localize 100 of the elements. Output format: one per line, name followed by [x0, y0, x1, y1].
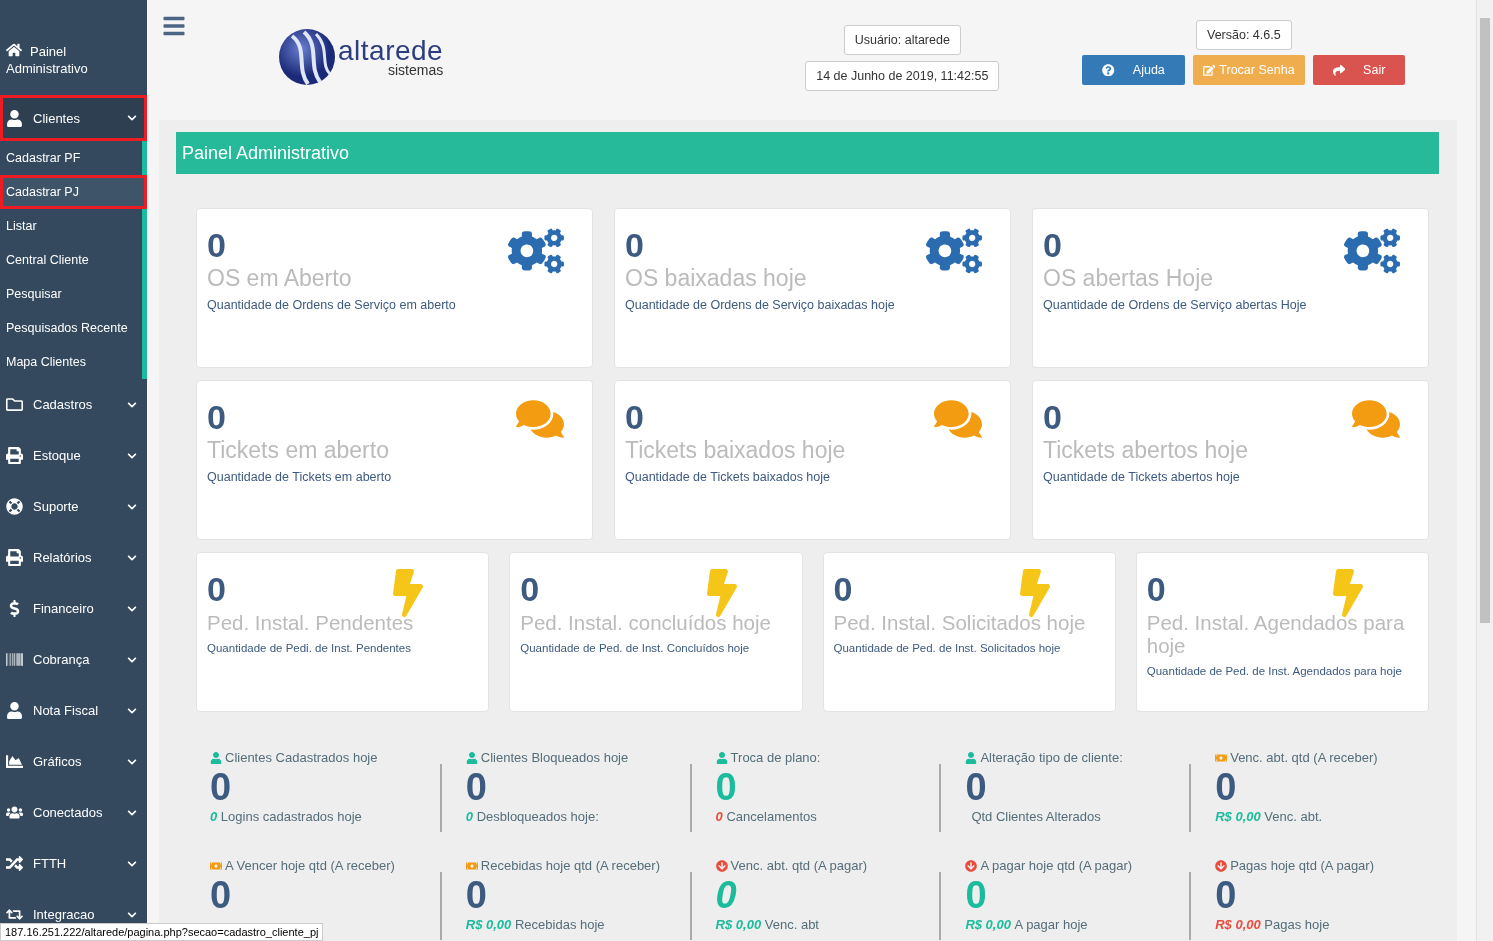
menu-icon[interactable] — [162, 14, 186, 38]
money-icon — [1215, 751, 1228, 764]
printer-icon — [6, 447, 23, 464]
submenu-item[interactable]: Listar — [0, 209, 142, 243]
globe-logo-icon — [278, 28, 336, 86]
sidebar-item[interactable]: Cobrança — [0, 634, 147, 685]
stat-subtext: R$ 0,00 Pagas hoje — [1215, 917, 1331, 932]
datetime-label: 14 de Junho de 2019, 11:42:55 — [805, 61, 1000, 91]
share-arrow-icon — [1332, 63, 1346, 77]
chevron-icon — [127, 603, 137, 614]
card-description: Quantidade de Ordens de Serviço abertas Hoje — [1043, 298, 1308, 312]
sidebar-item[interactable]: Suporte — [0, 481, 147, 532]
stat-title: Clientes Bloqueados hoje — [465, 750, 690, 765]
card-title: Tickets abertos hoje — [1043, 439, 1249, 462]
sidebar-item[interactable]: Painel Administrativo — [0, 38, 147, 81]
submenu-item[interactable]: Cadastrar PF — [0, 141, 142, 175]
barcode-icon — [6, 651, 23, 668]
user-icon — [465, 751, 478, 764]
sidebar-item[interactable]: FTTH — [0, 838, 147, 889]
chevron-icon — [127, 807, 137, 818]
sidebar-item[interactable]: Conectados — [0, 787, 147, 838]
folder-icon — [6, 396, 23, 413]
user-icon — [210, 751, 222, 764]
stat-title: A pagar hoje qtd (A pagar) — [965, 858, 1190, 873]
card-value: 0 — [833, 569, 853, 609]
area-chart-icon — [6, 753, 23, 770]
chevron-icon — [127, 501, 137, 512]
scrollbar[interactable] — [1476, 0, 1493, 941]
stat-value: 0 — [1215, 765, 1238, 809]
version-label: Versão: 4.6.5 — [1196, 20, 1292, 50]
stat-title: Troca de plano: — [715, 750, 940, 765]
panel-title: Painel Administrativo — [176, 132, 1439, 174]
stat-value: 0 — [965, 765, 988, 809]
shuffle-icon — [6, 855, 23, 872]
stat-value: 0 — [715, 765, 738, 809]
card-description: Quantidade de Ped. de Inst. Agendados para hoje — [1146, 665, 1403, 677]
card-description: Quantidade de Pedi. de Inst. Pendentes — [207, 642, 412, 654]
logo: altarede sistemas — [278, 28, 444, 86]
card-description: Quantidade de Tickets abertos hoje — [1043, 470, 1241, 484]
sidebar-item[interactable]: Nota Fiscal — [0, 685, 147, 736]
chevron-icon — [127, 450, 137, 461]
user-label: Usuário: altarede — [843, 25, 961, 55]
submenu-item[interactable]: Central Cliente — [0, 243, 142, 277]
stat-title: Venc. abt. qtd (A receber) — [1215, 750, 1439, 765]
stat-value: 0 — [715, 873, 738, 917]
lifebuoy-icon — [6, 498, 23, 515]
chevron-icon — [127, 909, 137, 920]
card-value: 0 — [1043, 397, 1062, 437]
user-icon — [6, 702, 23, 719]
card-title: Ped. Instal. concluídos hoje — [520, 611, 772, 634]
user-icon — [965, 751, 978, 764]
sidebar-item[interactable]: Clientes — [0, 95, 147, 141]
chevron-icon — [127, 399, 137, 410]
card-title: Tickets em aberto — [207, 439, 390, 462]
card-title: Tickets baixados hoje — [625, 439, 847, 462]
stat-subtext: 0 Cancelamentos — [715, 809, 818, 824]
card-description: Quantidade de Ped. de Inst. Solicitados hoje — [833, 642, 1062, 654]
card-value: 0 — [1146, 569, 1166, 609]
submenu-item[interactable]: Pesquisados Recente — [0, 311, 142, 345]
card-value: 0 — [207, 397, 226, 437]
card-description: Quantidade de Ordens de Serviço em aberto — [207, 298, 457, 312]
stat-subtext: Qtd Clientes Alterados — [970, 809, 1102, 824]
home-icon — [6, 42, 22, 58]
card-value: 0 — [625, 225, 644, 265]
card-description: Quantidade de Tickets baixados hoje — [625, 470, 831, 484]
stat-subtext: R$ 0,00 Venc. abt — [715, 917, 820, 932]
down-arrow-icon — [715, 859, 728, 872]
card-value: 0 — [207, 225, 226, 265]
stat-subtext: R$ 0,00 Venc. abt. — [1215, 809, 1324, 824]
stat-value: 0 — [210, 765, 233, 809]
help-icon — [1102, 63, 1115, 77]
chevron-icon — [127, 113, 137, 123]
stat-subtext: 0 Logins cadastrados hoje — [210, 809, 363, 824]
stat-value: 0 — [965, 873, 988, 917]
card-value: 0 — [625, 397, 644, 437]
stat-title: Recebidas hoje qtd (A receber) — [465, 858, 690, 873]
chevron-icon — [127, 654, 137, 665]
submenu-item[interactable]: Mapa Clientes — [0, 345, 142, 379]
user-icon — [715, 751, 728, 764]
logout-button[interactable]: Sair — [1312, 55, 1406, 85]
url-status-tooltip: 187.16.251.222/altarede/pagina.php?secao=cadastro_cliente_pj — [0, 923, 324, 941]
sidebar-item[interactable]: Gráficos — [0, 736, 147, 787]
sidebar-item[interactable]: Cadastros — [0, 379, 147, 430]
edit-icon — [1202, 63, 1216, 77]
stat-value: 0 — [465, 873, 488, 917]
stat-title: Clientes Cadastrados hoje — [210, 750, 440, 765]
sidebar-item[interactable]: Relatórios — [0, 532, 147, 583]
sidebar-item[interactable]: Financeiro — [0, 583, 147, 634]
submenu-item[interactable]: Pesquisar — [0, 277, 142, 311]
help-button[interactable]: Ajuda — [1082, 55, 1185, 85]
card-title: OS baixadas hoje — [625, 267, 808, 290]
submenu-item[interactable]: Cadastrar PJ — [0, 175, 147, 209]
stat-title: Pagas hoje qtd (A pagar) — [1215, 858, 1439, 873]
card-description: Quantidade de Ped. de Inst. Concluídos hoje — [520, 642, 751, 654]
card-value: 0 — [207, 569, 226, 609]
card-description: Quantidade de Tickets em aberto — [207, 470, 393, 484]
card-title: OS em Aberto — [207, 267, 353, 290]
card-title: Ped. Instal. Solicitados hoje — [833, 611, 1087, 634]
sidebar-item[interactable]: Estoque — [0, 430, 147, 481]
stat-value: 0 — [465, 765, 488, 809]
